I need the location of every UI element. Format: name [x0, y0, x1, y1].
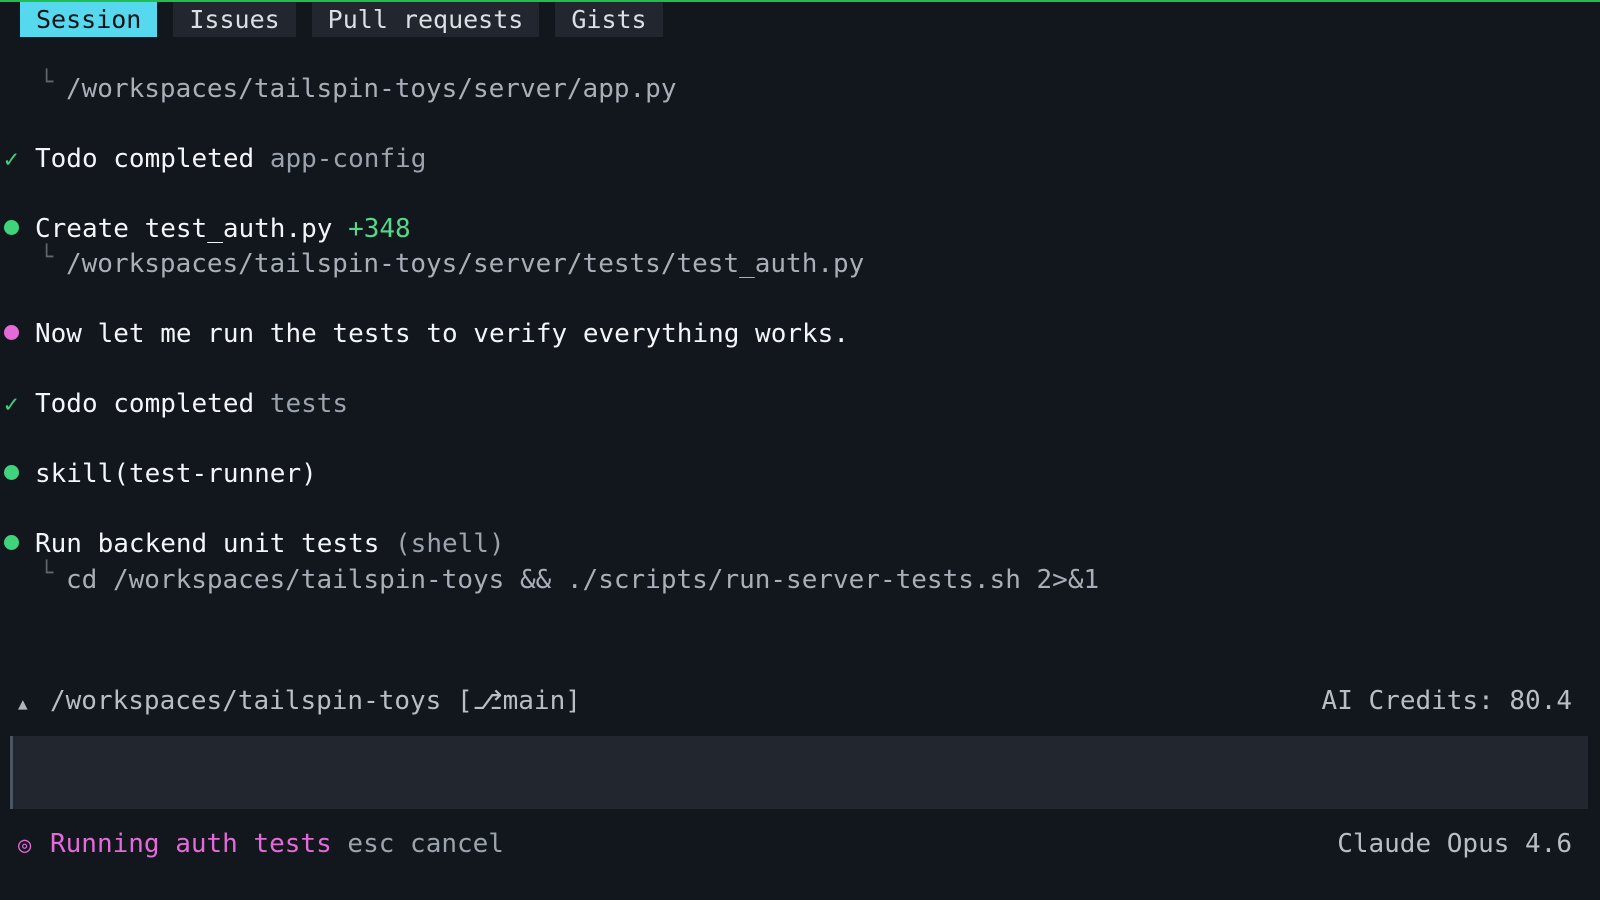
prompt-input[interactable]: [10, 736, 1588, 809]
file-path: /workspaces/tailspin-toys/server/tests/t…: [66, 249, 865, 279]
action-label: Create: [35, 214, 129, 244]
log-shell-command: └ cd /workspaces/tailspin-toys && ./scrip…: [40, 561, 1100, 597]
check-icon: ✓: [4, 145, 19, 173]
task-type: (shell): [395, 529, 505, 559]
tab-session[interactable]: Session: [20, 2, 158, 37]
todo-status: Todo completed: [35, 389, 255, 419]
terminal-screen: Session Issues Pull requests Gists └ /wor…: [0, 0, 1600, 900]
tree-branch-icon: └: [40, 561, 54, 586]
log-run-tests: Run backend unit tests (shell): [0, 527, 505, 561]
diff-count: +348: [348, 214, 411, 244]
success-dot-icon: [0, 527, 35, 561]
log-todo-app-config: ✓ Todo completed app-config: [0, 142, 426, 176]
success-dot-icon: [0, 212, 35, 246]
success-dot-icon: [0, 457, 35, 491]
log-message: Now let me run the tests to verify every…: [0, 317, 849, 351]
check-icon: ✓: [4, 390, 19, 418]
todo-item: tests: [269, 389, 349, 419]
tab-bar: Session Issues Pull requests Gists: [20, 2, 663, 37]
todo-status: Todo completed: [35, 144, 255, 174]
branch-bracket: [: [457, 686, 473, 716]
tab-issues[interactable]: Issues: [173, 2, 296, 37]
log-path-test-auth: └ /workspaces/tailspin-toys/server/tests/…: [40, 245, 865, 281]
log-todo-tests: ✓ Todo completed tests: [0, 387, 348, 421]
log-skill: skill(test-runner): [0, 457, 317, 491]
cancel-hint[interactable]: esc cancel: [347, 829, 504, 859]
activity-dot-icon: [0, 317, 35, 351]
ai-credits: AI Credits: 80.4: [1321, 686, 1572, 716]
created-file: test_auth.py: [144, 214, 333, 244]
running-status: ◎ Running auth tests esc cancel: [18, 827, 504, 861]
skill-call: skill(test-runner): [35, 459, 317, 489]
spinner-icon: ◎: [18, 833, 32, 858]
running-task: Running auth tests: [50, 829, 332, 859]
task-title: Run backend unit tests: [35, 529, 380, 559]
tab-pull-requests[interactable]: Pull requests: [311, 2, 540, 37]
branch-name: main]: [502, 686, 581, 716]
file-path: /workspaces/tailspin-toys/server/app.py: [66, 74, 677, 104]
todo-item: app-config: [269, 144, 427, 174]
log-path-app: └ /workspaces/tailspin-toys/server/app.py: [40, 70, 677, 106]
tab-gists[interactable]: Gists: [555, 2, 663, 37]
tree-branch-icon: └: [40, 70, 54, 95]
caret-up-icon: ▲: [18, 693, 28, 713]
workspace-path: /workspaces/tailspin-toys: [50, 686, 442, 716]
workspace-path-bar: ▲ /workspaces/tailspin-toys [⎇main]: [18, 684, 581, 718]
assistant-message: Now let me run the tests to verify every…: [35, 319, 849, 349]
git-branch-icon: ⎇: [472, 686, 503, 716]
tree-branch-icon: └: [40, 245, 54, 270]
shell-command: cd /workspaces/tailspin-toys && ./script…: [66, 565, 1100, 595]
model-name[interactable]: Claude Opus 4.6: [1337, 827, 1572, 861]
